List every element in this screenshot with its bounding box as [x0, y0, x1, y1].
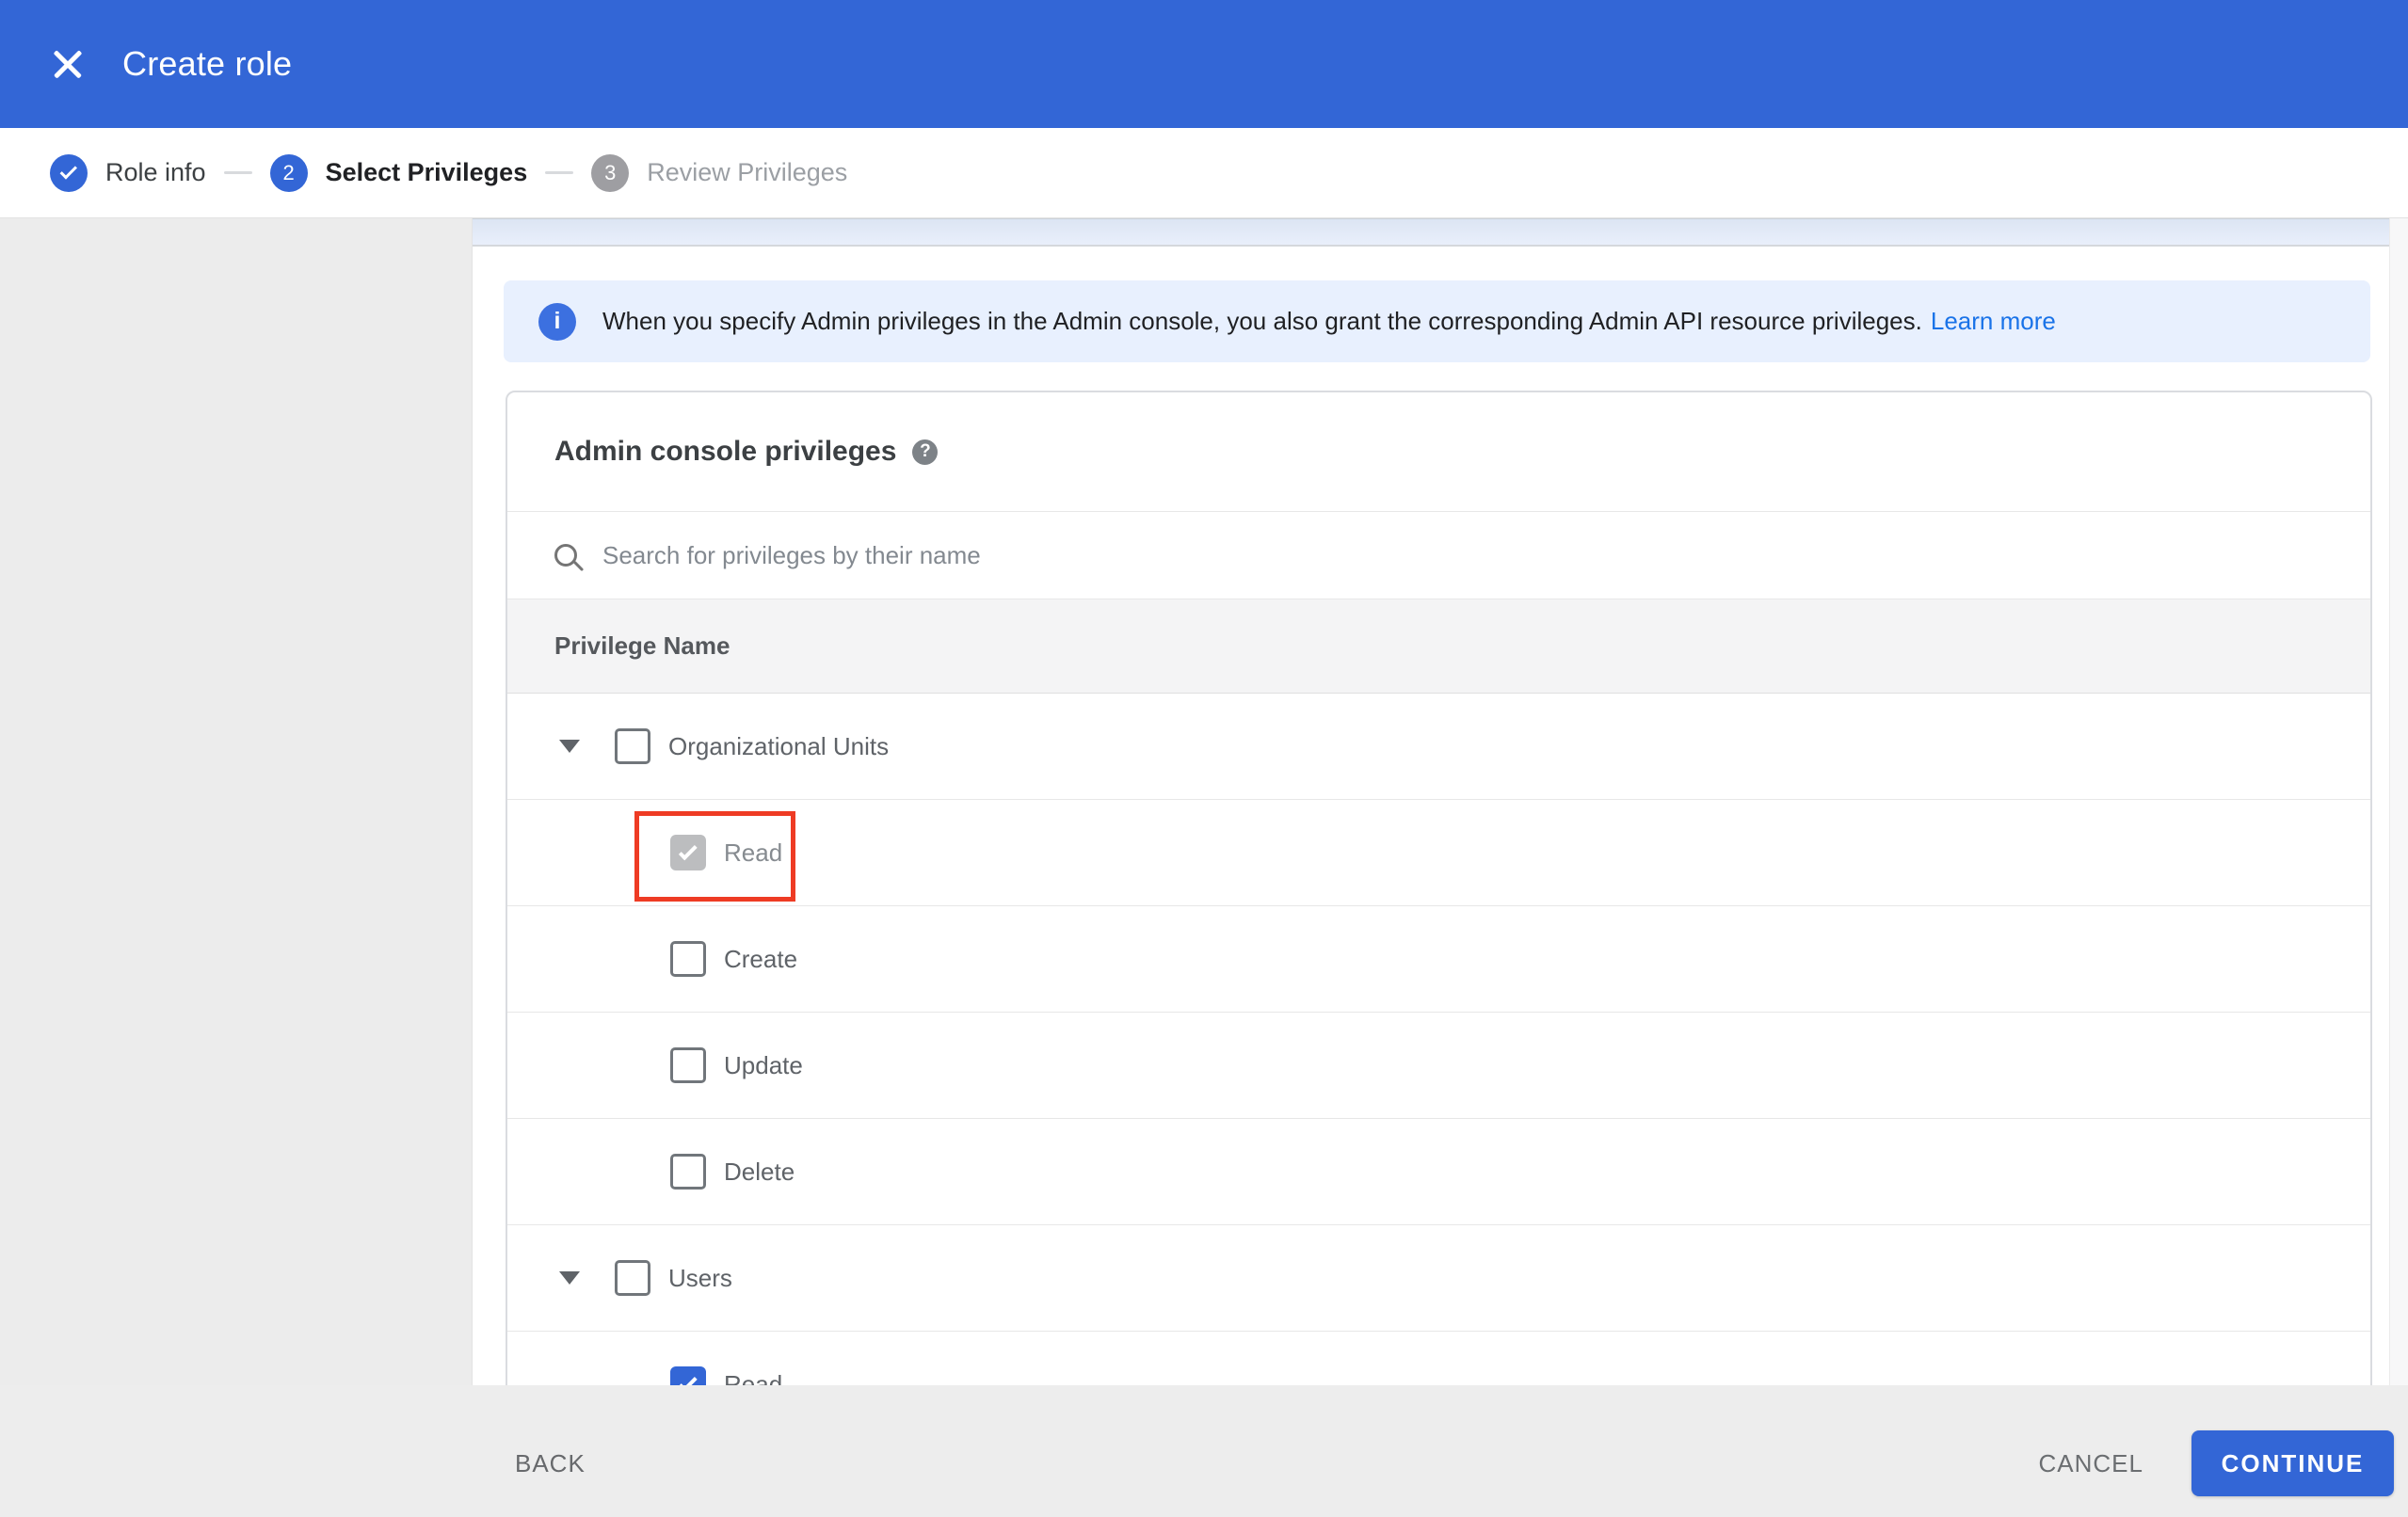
stepper: Role info 2 Select Privileges 3 Review P…	[0, 128, 2408, 218]
privilege-row-organizational-units: Organizational Units	[507, 694, 2370, 800]
step-label: Select Privileges	[325, 158, 528, 186]
help-icon[interactable]: ?	[912, 439, 939, 465]
table-column-header: Privilege Name	[507, 599, 2370, 694]
page-title: Create role	[122, 44, 293, 83]
dialog-header: Create role	[0, 0, 2408, 128]
content-area: i When you specify Admin privileges in t…	[473, 218, 2408, 1385]
step-divider	[545, 171, 574, 174]
info-icon: i	[538, 302, 576, 341]
search-icon	[554, 544, 577, 567]
annotation-highlight-box	[634, 811, 795, 902]
check-icon	[678, 1372, 698, 1385]
scrolled-content-sliver	[473, 218, 2389, 247]
step-number-circle: 2	[269, 153, 308, 192]
checkbox-create[interactable]	[670, 941, 706, 977]
step-review-privileges[interactable]: 3 Review Privileges	[591, 153, 848, 192]
check-icon	[59, 162, 77, 180]
back-button[interactable]: BACK	[515, 1449, 586, 1478]
column-header-label: Privilege Name	[554, 631, 730, 660]
privilege-row-update: Update	[507, 1013, 2370, 1119]
checkbox-update[interactable]	[670, 1047, 706, 1083]
checkbox-users-read-checked[interactable]	[670, 1366, 706, 1385]
privilege-label: Users	[668, 1263, 732, 1292]
learn-more-link[interactable]: Learn more	[1931, 307, 2056, 336]
checkbox-organizational-units[interactable]	[615, 728, 650, 764]
step-select-privileges[interactable]: 2 Select Privileges	[269, 153, 528, 192]
step-done-circle	[50, 153, 88, 192]
privilege-row-create: Create	[507, 906, 2370, 1013]
collapse-expander-icon[interactable]	[559, 1271, 580, 1285]
scrollbar-track[interactable]	[2389, 218, 2408, 1385]
privilege-row-delete: Delete	[507, 1119, 2370, 1225]
step-divider	[223, 171, 252, 174]
step-role-info[interactable]: Role info	[50, 153, 206, 192]
continue-button[interactable]: CONTINUE	[2191, 1430, 2394, 1496]
close-button[interactable]	[47, 43, 88, 85]
step-label: Review Privileges	[647, 158, 848, 186]
privilege-label: Read	[724, 1369, 783, 1386]
privilege-label: Delete	[724, 1157, 795, 1186]
privileges-search-row	[507, 511, 2370, 599]
create-role-dialog: Create role Role info 2 Select Privilege…	[0, 0, 2408, 1517]
privilege-label: Update	[724, 1050, 803, 1079]
privilege-row-users-read: Read	[507, 1332, 2370, 1385]
privilege-label: Organizational Units	[668, 731, 890, 760]
privilege-label: Create	[724, 944, 798, 973]
card-title: Admin console privileges	[554, 436, 897, 467]
step-number-circle: 3	[591, 153, 630, 192]
privilege-row-users: Users	[507, 1225, 2370, 1332]
checkbox-delete[interactable]	[670, 1154, 706, 1190]
checkbox-users[interactable]	[615, 1260, 650, 1296]
privilege-row-read: Read	[507, 800, 2370, 906]
info-banner: i When you specify Admin privileges in t…	[504, 280, 2370, 362]
cancel-button[interactable]: CANCEL	[2039, 1449, 2143, 1478]
collapse-expander-icon[interactable]	[559, 740, 580, 753]
left-panel	[0, 218, 473, 1385]
dialog-footer: BACK CANCEL CONTINUE	[0, 1385, 2408, 1517]
search-input[interactable]	[602, 540, 2370, 570]
admin-console-privileges-card: Admin console privileges ? Privilege Nam…	[506, 391, 2372, 1385]
card-heading: Admin console privileges ?	[507, 392, 2370, 511]
step-label: Role info	[105, 158, 206, 186]
info-banner-text: When you specify Admin privileges in the…	[602, 307, 1922, 335]
